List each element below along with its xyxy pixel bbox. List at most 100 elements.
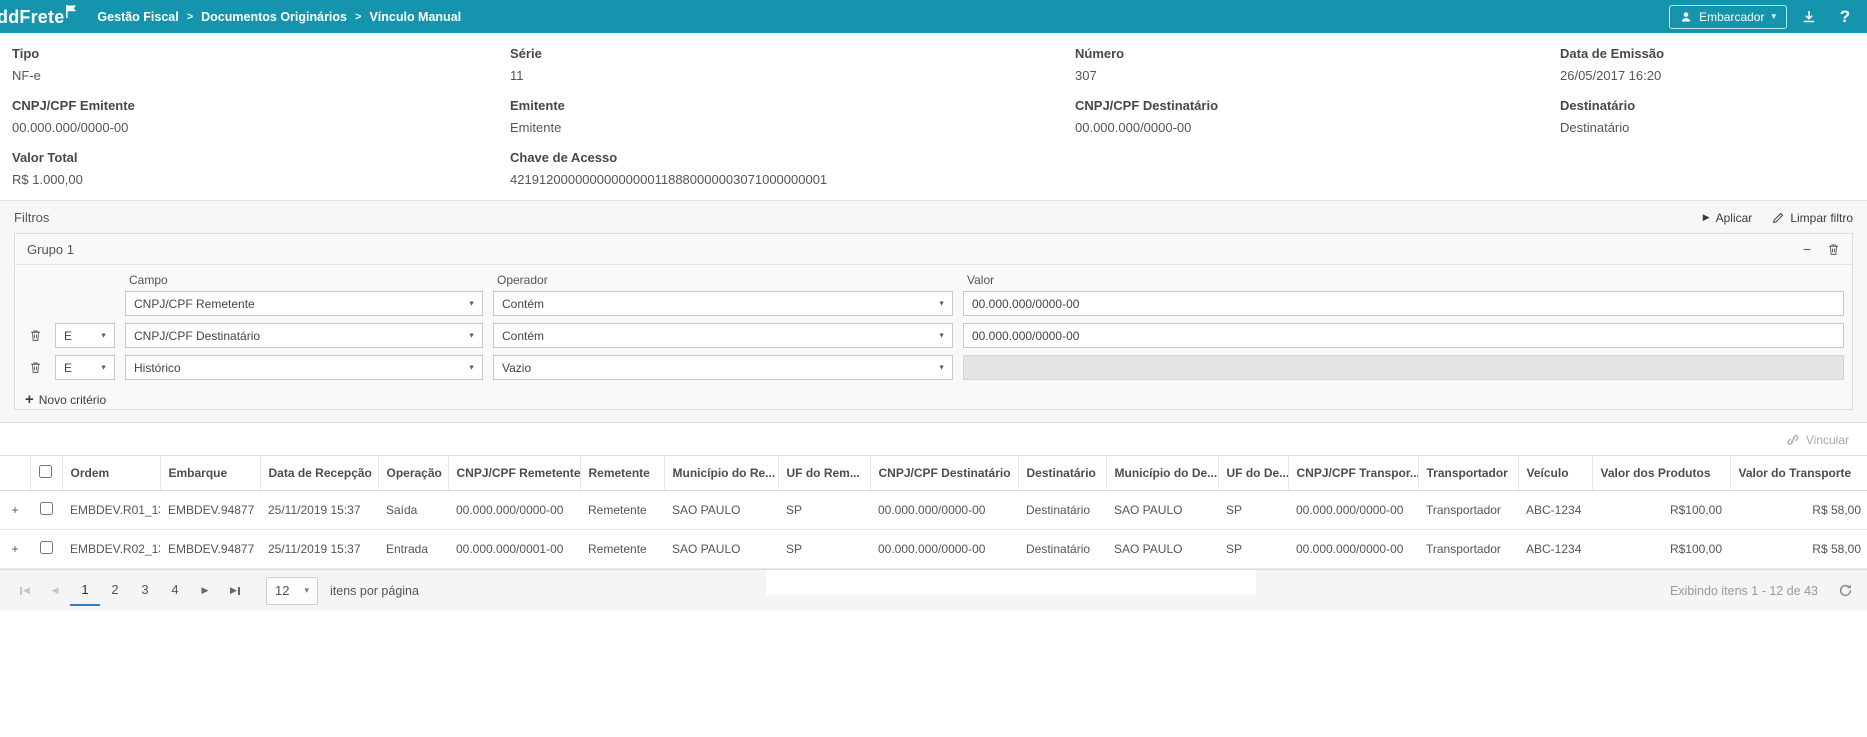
column-header-veiculo[interactable]: Veículo	[1518, 456, 1592, 491]
field-value: 11	[510, 68, 1075, 83]
page-4-button[interactable]: 4	[160, 576, 190, 606]
cell-transportador: Transportador	[1418, 530, 1518, 569]
new-criteria-label: Novo critério	[39, 393, 106, 407]
column-header-valor-produtos[interactable]: Valor dos Produtos	[1592, 456, 1730, 491]
delete-group-button[interactable]	[1827, 243, 1840, 256]
breadcrumb-item-gestao-fiscal[interactable]: Gestão Fiscal	[97, 10, 178, 24]
link-icon	[1786, 433, 1800, 447]
cell-uf-remetente: SP	[778, 491, 870, 530]
plus-icon: +	[25, 392, 34, 407]
column-header-municipio-destinatario[interactable]: Município do De...	[1106, 456, 1218, 491]
field-value: Destinatário	[1560, 120, 1867, 135]
field-label: Chave de Acesso	[510, 146, 1075, 172]
field-label: Emitente	[510, 94, 1075, 120]
filters-section: Filtros ▶ Aplicar Limpar filtro Grupo 1 …	[0, 201, 1867, 423]
delete-criteria-button[interactable]	[25, 361, 45, 374]
field-label: CNPJ/CPF Emitente	[12, 94, 510, 120]
new-criteria-button[interactable]: + Novo critério	[25, 392, 106, 407]
column-header-embarque[interactable]: Embarque	[160, 456, 260, 491]
filter-conjunction-select[interactable]: E	[55, 323, 115, 348]
row-checkbox[interactable]	[40, 502, 53, 515]
column-header-destinatario[interactable]: Destinatário	[1018, 456, 1106, 491]
cell-cnpj-destinatario: 00.000.000/0000-00	[870, 491, 1018, 530]
previous-page-icon: ◀	[52, 585, 59, 596]
app-logo[interactable]: ddFrete	[0, 2, 77, 32]
page-1-button[interactable]: 1	[70, 576, 100, 606]
first-page-button[interactable]: ◀	[10, 577, 40, 605]
vincular-button[interactable]: Vincular	[1786, 433, 1849, 447]
page-3-button[interactable]: 3	[130, 576, 160, 606]
select-all-checkbox[interactable]	[39, 465, 52, 478]
filter-conjunction-select[interactable]: E	[55, 355, 115, 380]
cell-ordem: EMBDEV.R01_13	[62, 491, 160, 530]
apply-filter-label: Aplicar	[1716, 211, 1753, 225]
delete-criteria-button[interactable]	[25, 329, 45, 342]
column-header-remetente[interactable]: Remetente	[580, 456, 664, 491]
previous-page-button[interactable]: ◀	[40, 577, 70, 605]
cell-municipio-destinatario: SAO PAULO	[1106, 491, 1218, 530]
next-page-button[interactable]: ▶	[190, 577, 220, 605]
topbar: ddFrete Gestão Fiscal > Documentos Origi…	[0, 0, 1867, 33]
expand-row-button[interactable]: +	[0, 491, 30, 530]
flag-icon	[66, 5, 77, 18]
column-header-data-recepcao[interactable]: Data de Recepção	[260, 456, 378, 491]
column-header-valor-transporte[interactable]: Valor do Transporte	[1730, 456, 1867, 491]
filters-title: Filtros	[14, 210, 49, 225]
field-value: 26/05/2017 16:20	[1560, 68, 1867, 83]
column-header-ordem[interactable]: Ordem	[62, 456, 160, 491]
expand-row-button[interactable]: +	[0, 530, 30, 569]
column-header-cnpj-remetente[interactable]: CNPJ/CPF Remetente	[448, 456, 580, 491]
select-all-header	[30, 456, 62, 491]
filter-operator-select[interactable]: Contém	[493, 291, 953, 316]
page-size-select[interactable]: 12 ▾	[266, 577, 318, 605]
refresh-button[interactable]	[1838, 583, 1853, 598]
filter-value-input	[963, 355, 1844, 380]
clear-filter-button[interactable]: Limpar filtro	[1772, 211, 1853, 225]
filter-operator-select[interactable]: Vazio	[493, 355, 953, 380]
filter-field-select[interactable]: Histórico	[125, 355, 483, 380]
cell-cnpj-remetente: 00.000.000/0001-00	[448, 530, 580, 569]
cell-cnpj-remetente: 00.000.000/0000-00	[448, 491, 580, 530]
column-header-uf-remetente[interactable]: UF do Rem...	[778, 456, 870, 491]
user-menu-button[interactable]: Embarcador ▾	[1669, 5, 1787, 29]
column-header-municipio-remetente[interactable]: Município do Re...	[664, 456, 778, 491]
column-header-transportador[interactable]: Transportador	[1418, 456, 1518, 491]
grid-toolbar: Vincular	[0, 423, 1867, 455]
horizontal-scrollbar-track[interactable]	[766, 570, 1256, 595]
cell-operacao: Saída	[378, 491, 448, 530]
table-row[interactable]: + EMBDEV.R02_13 EMBDEV.94877 25/11/2019 …	[0, 530, 1867, 569]
pager: ◀ ◀ 1 2 3 4 ▶ ▶ 12 ▾ itens por página Ex…	[0, 569, 1867, 611]
next-page-icon: ▶	[202, 585, 209, 596]
results-table: Ordem Embarque Data de Recepção Operação…	[0, 455, 1867, 569]
column-header-cnpj-transportador[interactable]: CNPJ/CPF Transpor...	[1288, 456, 1418, 491]
cell-data-recepcao: 25/11/2019 15:37	[260, 491, 378, 530]
field-data-emissao: Data de Emissão 26/05/2017 16:20	[1560, 42, 1867, 94]
collapse-group-button[interactable]: −	[1803, 241, 1811, 257]
page-2-button[interactable]: 2	[100, 576, 130, 606]
column-header-operacao[interactable]: Operação	[378, 456, 448, 491]
cell-embarque: EMBDEV.94877	[160, 491, 260, 530]
row-checkbox[interactable]	[40, 541, 53, 554]
table-row[interactable]: + EMBDEV.R01_13 EMBDEV.94877 25/11/2019 …	[0, 491, 1867, 530]
column-header-uf-destinatario[interactable]: UF do De...	[1218, 456, 1288, 491]
field-label: Tipo	[12, 42, 510, 68]
cell-destinatario: Destinatário	[1018, 530, 1106, 569]
cell-destinatario: Destinatário	[1018, 491, 1106, 530]
value-column-label: Valor	[963, 273, 1844, 287]
apply-filter-button[interactable]: ▶ Aplicar	[1703, 211, 1753, 225]
page-edge-bar	[20, 587, 22, 595]
breadcrumb-item-documentos-originarios[interactable]: Documentos Originários	[201, 10, 347, 24]
download-button[interactable]	[1795, 3, 1823, 31]
last-page-button[interactable]: ▶	[220, 577, 250, 605]
column-header-cnpj-destinatario[interactable]: CNPJ/CPF Destinatário	[870, 456, 1018, 491]
breadcrumb-item-vinculo-manual[interactable]: Vínculo Manual	[369, 10, 461, 24]
filter-value-input[interactable]	[963, 291, 1844, 316]
filter-operator-select[interactable]: Contém	[493, 323, 953, 348]
filter-field-select[interactable]: CNPJ/CPF Destinatário	[125, 323, 483, 348]
cell-remetente: Remetente	[580, 530, 664, 569]
field-value: 4219120000000000000011888000000307100000…	[510, 172, 1075, 187]
cell-transportador: Transportador	[1418, 491, 1518, 530]
help-button[interactable]: ?	[1831, 3, 1859, 31]
filter-value-input[interactable]	[963, 323, 1844, 348]
filter-field-select[interactable]: CNPJ/CPF Remetente	[125, 291, 483, 316]
